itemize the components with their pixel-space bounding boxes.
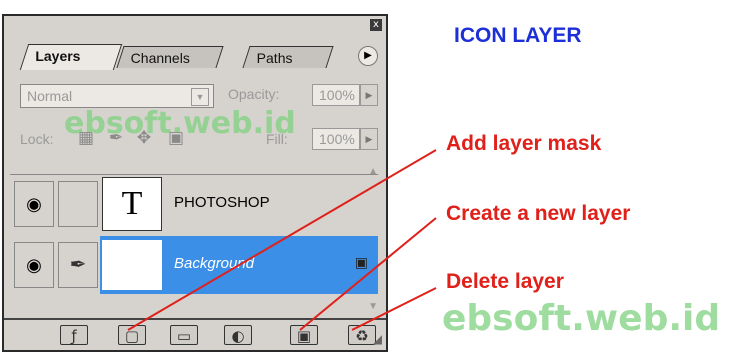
watermark-bottom: ebsoft.web.id <box>442 298 721 339</box>
layer-name: PHOTOSHOP <box>174 194 270 211</box>
annotation-add-mask: Add layer mask <box>446 132 602 155</box>
brush-icon[interactable]: ✒ <box>58 242 98 288</box>
layer-style-button[interactable]: ƒ <box>60 325 88 345</box>
layers-list: ◉ T PHOTOSHOP ◉ ✒ Background ▣ ▲ ▼ <box>10 166 378 322</box>
add-layer-mask-button[interactable]: ▢ <box>118 325 146 345</box>
layer-row-photoshop[interactable]: ◉ T PHOTOSHOP <box>10 174 378 233</box>
chevron-down-icon: ▼ <box>191 88 209 106</box>
lock-icon: ▣ <box>354 254 368 270</box>
lock-position-move-icon[interactable]: ✥ <box>134 128 154 148</box>
annotation-delete-layer: Delete layer <box>446 270 564 293</box>
close-icon[interactable]: x <box>370 19 382 31</box>
adjustment-layer-button[interactable]: ◐ <box>224 325 252 345</box>
blend-mode-select[interactable]: Normal ▼ <box>20 84 214 108</box>
opacity-label: Opacity: <box>228 86 280 102</box>
panel-menu-button[interactable]: ▶ <box>358 46 378 66</box>
layer-thumbnail-text: T <box>102 177 162 231</box>
lock-transparency-icon[interactable]: ▦ <box>76 128 96 148</box>
opacity-field[interactable]: 100% <box>312 84 360 106</box>
new-group-button[interactable]: ▭ <box>170 325 198 345</box>
layers-panel: x Layers Channels Paths ▶ Normal ▼ Opaci… <box>2 14 388 352</box>
annotation-title: ICON LAYER <box>454 24 582 47</box>
resize-grip-icon[interactable]: ◢ <box>373 332 382 346</box>
eye-icon[interactable]: ◉ <box>14 242 54 288</box>
link-cell[interactable] <box>58 181 98 227</box>
fill-field[interactable]: 100% <box>312 128 360 150</box>
scroll-down-icon[interactable]: ▼ <box>368 301 378 312</box>
tab-layers[interactable]: Layers <box>19 44 123 70</box>
tab-paths[interactable]: Paths <box>242 46 334 68</box>
create-new-layer-button[interactable]: ▣ <box>290 325 318 345</box>
fill-label: Fill: <box>266 131 288 147</box>
tab-bar: Layers Channels Paths <box>19 42 374 70</box>
layer-tools-bar: ƒ ▢ ▭ ◐ ▣ ♻ ◢ <box>4 318 386 350</box>
eye-icon[interactable]: ◉ <box>14 181 54 227</box>
scroll-up-icon[interactable]: ▲ <box>368 166 378 177</box>
annotation-new-layer: Create a new layer <box>446 202 631 225</box>
layer-thumbnail-background <box>102 240 162 290</box>
layer-row-background[interactable]: ◉ ✒ Background ▣ <box>10 236 378 294</box>
layer-name: Background <box>174 255 255 272</box>
tab-channels[interactable]: Channels <box>116 46 224 68</box>
opacity-stepper[interactable]: ▶ <box>360 84 378 106</box>
fill-stepper[interactable]: ▶ <box>360 128 378 150</box>
lock-image-brush-icon[interactable]: ✒ <box>106 128 126 148</box>
opacity-value: 100% <box>319 87 355 103</box>
lock-all-icon[interactable]: ▣ <box>166 128 186 148</box>
blend-mode-value: Normal <box>27 88 73 104</box>
fill-value: 100% <box>319 131 355 147</box>
lock-label: Lock: <box>20 131 54 147</box>
panel-titlebar[interactable]: x <box>4 16 386 36</box>
lock-fill-row: Lock: ▦ ✒ ✥ ▣ Fill: 100% ▶ <box>20 128 380 156</box>
